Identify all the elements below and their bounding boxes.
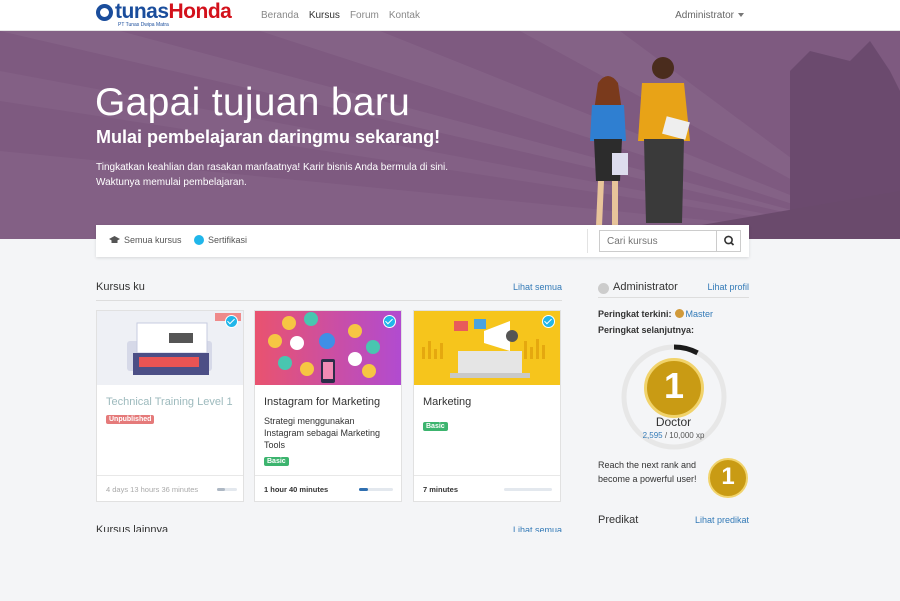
brand-logo[interactable]: tunasHonda PT Tunas Dwipa Matra [96, 0, 246, 29]
current-rank-row: Peringkat terkini: Master [598, 309, 713, 319]
profile-name: Administrator [613, 281, 678, 293]
course-card-technical-training[interactable]: Technical Training Level 1 Unpublished 4… [96, 310, 244, 502]
view-profile-link[interactable]: Lihat profil [707, 282, 749, 292]
user-menu[interactable]: Administrator [675, 10, 744, 21]
medal-number: 1 [663, 365, 685, 406]
course-progress-bar [504, 488, 552, 491]
course-footer: 4 days 13 hours 36 minutes [97, 475, 243, 501]
course-title: Instagram for Marketing [264, 396, 381, 408]
course-filter-bar: Semua kursus Sertifikasi [96, 225, 749, 257]
xp-current: 2,595 [642, 431, 663, 440]
nav-link-forum[interactable]: Forum [350, 10, 379, 21]
reach-next-rank-text: Reach the next rank and become a powerfu… [598, 460, 697, 484]
top-navbar: tunasHonda PT Tunas Dwipa Matra Beranda … [0, 0, 900, 31]
my-courses-see-all-link[interactable]: Lihat semua [513, 282, 562, 292]
search-button[interactable] [716, 230, 741, 252]
current-rank-label: Peringkat terkini: [598, 309, 672, 319]
hero-people-illustration [590, 41, 900, 239]
nav-link-kontak[interactable]: Kontak [389, 10, 420, 21]
rank-medal-icon: 1 [708, 458, 748, 498]
search-icon [724, 235, 735, 246]
technical-training-illustration [127, 313, 241, 375]
view-predicate-link[interactable]: Lihat predikat [695, 515, 749, 525]
certified-check-icon [542, 315, 555, 328]
course-level-badge: Basic [264, 457, 289, 466]
user-menu-label: Administrator [675, 10, 734, 21]
course-status-badge: Unpublished [106, 415, 155, 424]
filter-certification[interactable]: Sertifikasi [194, 235, 247, 245]
hero-subtitle: Mulai pembelajaran daringmu sekarang! [96, 127, 441, 147]
course-progress-fill [217, 488, 225, 491]
certified-check-icon [383, 315, 396, 328]
nav-link-beranda[interactable]: Beranda [261, 10, 299, 21]
current-rank-value[interactable]: Master [686, 309, 714, 319]
nav-link-kursus[interactable]: Kursus [309, 10, 340, 21]
my-courses-header: Kursus ku Lihat semua [96, 281, 562, 301]
predicate-title: Predikat [598, 514, 639, 526]
graduation-cap-icon [109, 236, 120, 243]
brand-name-part2: Honda [168, 0, 232, 23]
hero-banner: Gapai tujuan baru Mulai pembelajaran dar… [0, 31, 900, 239]
filter-all-courses-label: Semua kursus [124, 235, 182, 245]
course-description: Strategi menggunakan Instagram sebagai M… [264, 416, 381, 450]
rank-medal-icon [674, 309, 684, 318]
course-progress-bar [217, 488, 237, 491]
xp-total: 10,000 xp [669, 431, 705, 440]
certificate-check-icon [194, 235, 204, 245]
caret-down-icon [738, 13, 744, 18]
profile-header: Administrator Lihat profil [598, 280, 749, 298]
marketing-illustration [422, 319, 545, 378]
medal-number-small: 1 [721, 463, 735, 490]
course-thumbnail [414, 311, 560, 385]
instagram-marketing-illustration [268, 312, 380, 383]
course-title: Marketing [423, 396, 472, 408]
brand-tagline: PT Tunas Dwipa Matra [118, 22, 169, 28]
next-rank-medal-icon: 1 [644, 358, 704, 418]
filter-all-courses[interactable]: Semua kursus [109, 235, 182, 245]
xp-counter: 2,595 / 10,000 xp [642, 431, 705, 440]
next-rank-label: Peringkat selanjutnya: [598, 325, 695, 335]
brand-name-part1: tunas [115, 0, 169, 23]
course-level-badge: Basic [423, 422, 448, 431]
course-footer: 1 hour 40 minutes [255, 475, 401, 501]
course-duration: 7 minutes [423, 485, 459, 494]
page-bottom-area [0, 532, 900, 601]
course-search-input[interactable] [599, 230, 717, 252]
main-nav: Beranda Kursus Forum Kontak [261, 10, 420, 21]
predicate-header: Predikat Lihat predikat [598, 514, 749, 532]
course-card-marketing[interactable]: Marketing Basic 7 minutes [413, 310, 561, 502]
course-thumbnail [255, 311, 401, 385]
course-title: Technical Training Level 1 [106, 396, 233, 408]
my-courses-title: Kursus ku [96, 281, 145, 293]
next-rank-name: Doctor [655, 415, 692, 429]
logo-emblem-icon [96, 4, 113, 21]
course-card-instagram-marketing[interactable]: Instagram for Marketing Strategi menggun… [254, 310, 402, 502]
course-progress-fill [359, 488, 368, 491]
course-duration: 1 hour 40 minutes [264, 485, 329, 494]
avatar [598, 283, 609, 294]
filter-divider [587, 229, 588, 253]
course-footer: 7 minutes [414, 475, 560, 501]
course-progress-bar [359, 488, 393, 491]
certified-check-icon [225, 315, 238, 328]
hero-description: Tingkatkan keahlian dan rasakan manfaatn… [96, 162, 449, 188]
course-duration: 4 days 13 hours 36 minutes [106, 485, 199, 494]
course-thumbnail [97, 311, 243, 385]
filter-certification-label: Sertifikasi [208, 235, 248, 245]
hero-title: Gapai tujuan baru [95, 81, 411, 124]
